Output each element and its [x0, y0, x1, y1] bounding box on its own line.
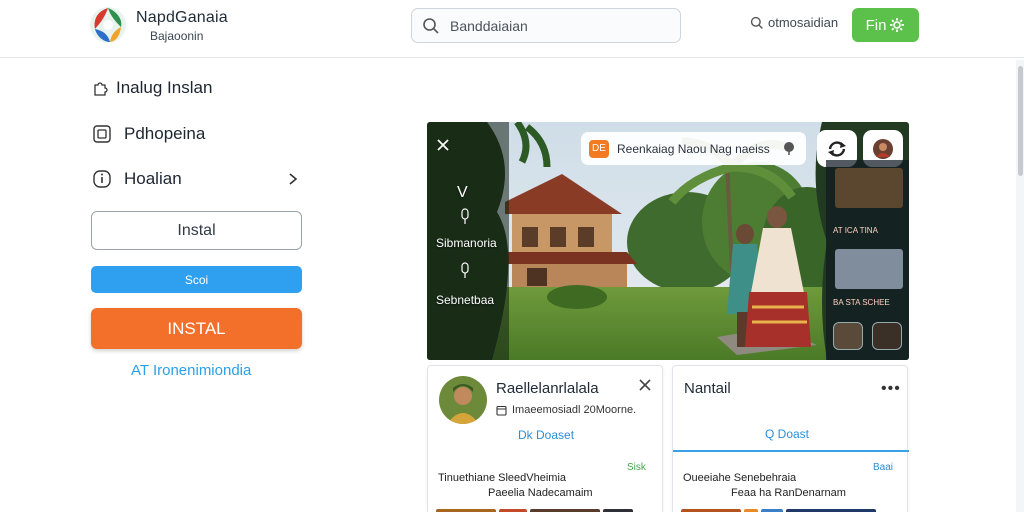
card-action-link[interactable]: Dk Doaset: [518, 428, 574, 442]
hero-thumbnail[interactable]: [835, 168, 903, 208]
hero-left-panel: V Sibmanoria Sebnetbaa: [427, 122, 509, 360]
scoi-button[interactable]: Scoi: [91, 266, 302, 293]
more-options-icon[interactable]: •••: [881, 380, 901, 398]
search-icon: [423, 18, 439, 34]
install-primary-button[interactable]: INSTAL: [91, 308, 302, 349]
brand-logo-icon[interactable]: [88, 5, 128, 45]
profile-card[interactable]: Raellelanrlalala Imaeemosiadl 20Moorne. …: [427, 365, 663, 512]
info-icon: [93, 170, 111, 188]
puzzle-icon: [94, 82, 108, 96]
scrollbar-thumb[interactable]: [1018, 66, 1023, 176]
pill-badge: DE: [589, 139, 609, 158]
card-title: Raellelanrlalala: [496, 380, 599, 397]
card-line: Feaa ha RanDenarnam: [731, 487, 846, 499]
brand-subtitle: Bajaoonin: [150, 29, 204, 43]
card-status: Sisk: [627, 462, 646, 473]
fin-button-label: Fin: [865, 16, 887, 34]
calendar-icon: [496, 405, 507, 416]
avatar: [439, 376, 487, 424]
hero-thumb-label: AT ICA TINA: [833, 226, 878, 235]
fin-button[interactable]: Fin: [852, 8, 919, 42]
card-title: Nantail: [684, 380, 731, 397]
sidebar-item-inalug[interactable]: Inalug Inslan: [92, 78, 212, 98]
header-search-link[interactable]: otmosaidian: [750, 15, 838, 30]
avatar-icon: [873, 138, 893, 159]
close-icon[interactable]: [436, 138, 450, 152]
hero-thumb-label: BA STA SCHEE: [833, 298, 890, 307]
card-status: Baai: [873, 462, 894, 473]
avatar-image: [439, 376, 487, 424]
search-box[interactable]: [411, 8, 681, 43]
hero-image[interactable]: V Sibmanoria Sebnetbaa DE Reenkaiag Naou…: [427, 122, 909, 360]
hero-left-subtitle: Sebnetbaa: [436, 293, 495, 307]
close-icon[interactable]: [638, 378, 652, 392]
location-pin-icon: [784, 142, 794, 155]
hero-thumbnail[interactable]: [835, 249, 903, 289]
card-line: Tinuethiane SleedVheimia: [438, 472, 567, 484]
card-meta: Imaeemosiadl 20Moorne.: [496, 404, 636, 416]
app-icon: [93, 125, 111, 143]
sidebar-item-label: Inalug Inslan: [116, 78, 213, 97]
header-search-label: otmosaidian: [768, 15, 839, 30]
card-line: Oueeiahe Senebehraia: [683, 472, 797, 484]
sidebar-item-pdhopeina[interactable]: Pdhopeina: [92, 124, 205, 144]
pill-text: Reenkaiag Naou Nag naeiss: [617, 141, 770, 156]
hero-mini-avatar[interactable]: [833, 322, 863, 350]
hero-info-pill[interactable]: DE Reenkaiag Naou Nag naeiss: [581, 132, 806, 165]
search-input[interactable]: [450, 15, 670, 37]
detail-card[interactable]: Nantail ••• Q Doast Baai Oueeiahe Senebe…: [672, 365, 909, 512]
card-action-link[interactable]: Q Doast: [765, 427, 809, 441]
card-line: Paeelia Nadecamaim: [488, 487, 593, 499]
mic-icon: [461, 262, 469, 278]
sidebar-item-hoalian[interactable]: Hoalian: [92, 169, 182, 189]
hero-left-title: Sibmanoria: [436, 236, 497, 250]
top-header: NapdGanaia Bajaoonin otmosaidian Fin: [0, 0, 1024, 58]
sidebar-bottom-link[interactable]: AT Ironenimiondia: [131, 362, 251, 379]
hero-left-mark: V: [457, 184, 468, 201]
sidebar-item-label: Pdhopeina: [124, 124, 206, 143]
hero-mini-avatar[interactable]: [872, 322, 902, 350]
card-divider: [673, 450, 909, 452]
search-icon: [750, 16, 763, 29]
brand-title: NapdGanaia: [136, 9, 228, 26]
install-outline-button[interactable]: Instal: [91, 211, 302, 250]
refresh-icon: [828, 140, 846, 157]
sidebar-item-label: Hoalian: [124, 169, 182, 188]
mic-icon: [461, 208, 469, 224]
gear-icon: [890, 18, 905, 32]
chevron-right-icon[interactable]: [286, 172, 300, 186]
card-meta-text: Imaeemosiadl 20Moorne.: [512, 404, 637, 416]
